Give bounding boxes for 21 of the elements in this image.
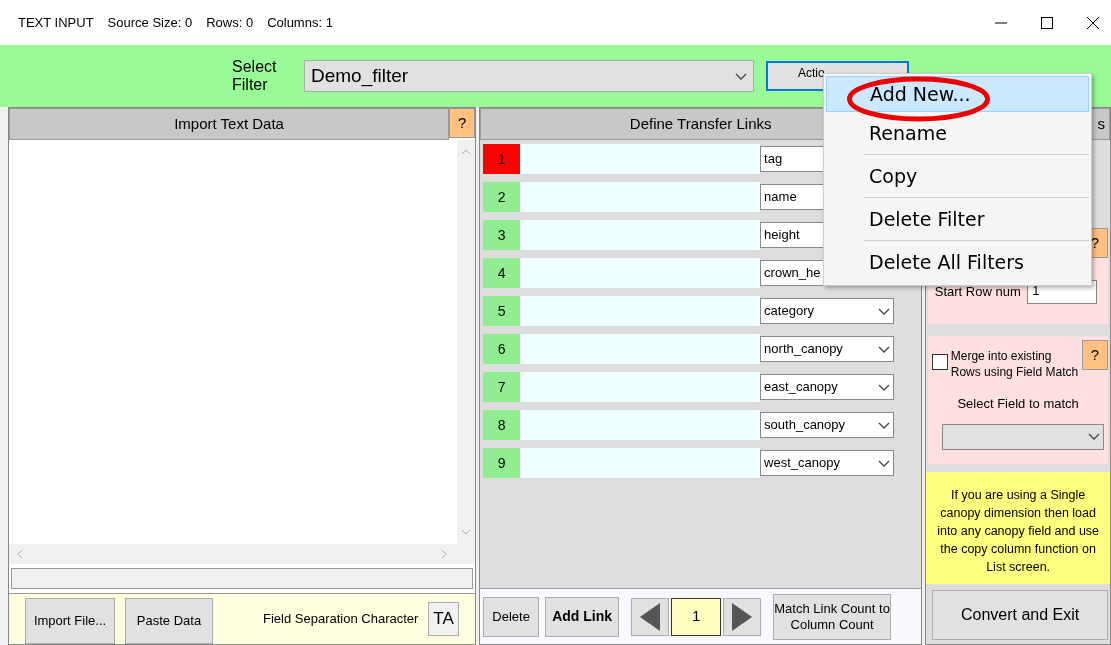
status-text: Source Size: 0 (107, 13, 193, 32)
row-number: 9 (483, 448, 521, 478)
filter-label: Select Filter (232, 58, 278, 94)
row-number: 6 (483, 334, 521, 364)
status-text: Columns: 1 (267, 13, 333, 32)
merge-label: Merge into existing Rows using Field Match (950, 348, 1079, 380)
row-number: 1 (483, 144, 521, 174)
note-text: If you are using a Single canopy dimension then load into any canopy field and use the copy column function on List screen. (926, 472, 1110, 584)
panel-header: Import Text Data (9, 108, 450, 140)
row-number: 5 (483, 296, 521, 326)
row-number: 8 (483, 410, 521, 440)
panel-header-text: s (1097, 113, 1105, 134)
row-number: 2 (483, 182, 521, 212)
match-field-label: Select Field to match (956, 395, 1080, 413)
status-text: Rows: 0 (206, 13, 254, 32)
window-title: TEXT INPUT (18, 13, 94, 32)
start-row-label: Start Row num (934, 283, 1021, 302)
row-number: 4 (483, 258, 521, 288)
row-number: 7 (483, 372, 521, 402)
row-number: 3 (483, 220, 521, 250)
separator-label: Field Separation Character (263, 610, 419, 629)
